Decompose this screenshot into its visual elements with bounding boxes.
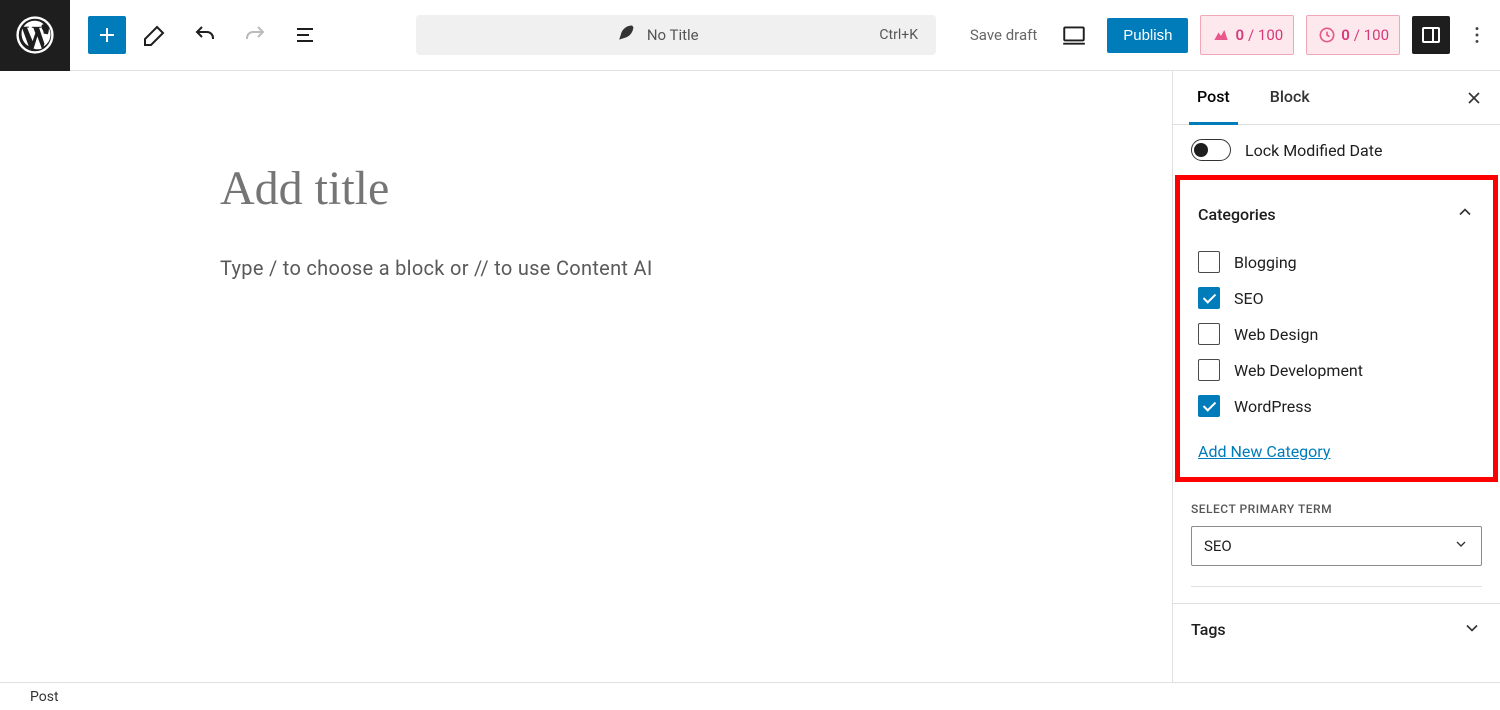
tab-block[interactable]: Block	[1262, 71, 1318, 125]
seo-score-2-value: 0	[1341, 26, 1350, 44]
seo-score-1-max: / 100	[1248, 26, 1283, 44]
chevron-down-icon	[1453, 536, 1469, 556]
chevron-up-icon	[1455, 202, 1475, 226]
primary-term-select[interactable]: SEO	[1191, 526, 1482, 566]
post-body-placeholder[interactable]: Type / to choose a block or // to use Co…	[220, 256, 940, 280]
tags-header[interactable]: Tags	[1173, 603, 1500, 655]
feather-icon	[615, 23, 635, 47]
primary-term-label: SELECT PRIMARY TERM	[1173, 482, 1500, 526]
status-breadcrumb[interactable]: Post	[30, 689, 59, 705]
seo-score-2[interactable]: 0 / 100	[1306, 15, 1400, 55]
sidebar-tabs: Post Block	[1173, 71, 1500, 125]
divider	[1191, 586, 1482, 587]
category-checkbox[interactable]	[1198, 395, 1220, 417]
category-item[interactable]: WordPress	[1198, 388, 1475, 424]
category-item[interactable]: SEO	[1198, 280, 1475, 316]
category-label: Web Design	[1234, 325, 1318, 344]
save-draft-button[interactable]: Save draft	[966, 20, 1041, 50]
main-area: Type / to choose a block or // to use Co…	[0, 71, 1500, 682]
category-label: Web Development	[1234, 361, 1363, 380]
wordpress-logo[interactable]	[0, 0, 70, 71]
seo-score-1-value: 0	[1235, 26, 1244, 44]
undo-button[interactable]	[184, 14, 226, 56]
top-toolbar: No Title Ctrl+K Save draft Publish 0 / 1…	[0, 0, 1500, 71]
redo-button[interactable]	[234, 14, 276, 56]
categories-header[interactable]: Categories	[1180, 188, 1493, 240]
category-item[interactable]: Blogging	[1198, 244, 1475, 280]
categories-highlight: Categories Blogging SEO Web Design	[1175, 175, 1498, 482]
tools-button[interactable]	[134, 14, 176, 56]
command-bar-title: No Title	[647, 26, 699, 44]
lock-modified-row: Lock Modified Date	[1173, 125, 1500, 175]
document-overview-button[interactable]	[284, 14, 326, 56]
add-new-category-link[interactable]: Add New Category	[1180, 434, 1348, 465]
settings-sidebar: Post Block Lock Modified Date Categories	[1172, 71, 1500, 682]
sidebar-close-button[interactable]	[1464, 88, 1484, 108]
sidebar-toggle-button[interactable]	[1412, 16, 1450, 54]
seo-score-2-max: / 100	[1354, 26, 1389, 44]
chevron-down-icon	[1462, 618, 1482, 642]
editor-canvas[interactable]: Type / to choose a block or // to use Co…	[0, 71, 1172, 682]
toolbar-left-group	[70, 14, 326, 56]
category-item[interactable]: Web Development	[1198, 352, 1475, 388]
category-checkbox[interactable]	[1198, 251, 1220, 273]
category-label: WordPress	[1234, 397, 1312, 416]
more-options-button[interactable]	[1462, 24, 1492, 46]
lock-modified-toggle[interactable]	[1191, 139, 1231, 161]
seo-score-1[interactable]: 0 / 100	[1200, 15, 1294, 55]
categories-title: Categories	[1198, 205, 1276, 224]
tab-post[interactable]: Post	[1189, 71, 1238, 125]
tags-title: Tags	[1191, 620, 1226, 639]
toolbar-right-group: Save draft Publish 0 / 100 0 / 100	[966, 14, 1492, 56]
categories-list: Blogging SEO Web Design Web Development …	[1180, 240, 1493, 434]
category-label: SEO	[1234, 289, 1264, 308]
post-title-input[interactable]	[220, 161, 940, 216]
preview-button[interactable]	[1053, 14, 1095, 56]
publish-button[interactable]: Publish	[1107, 18, 1188, 53]
command-bar-shortcut: Ctrl+K	[879, 27, 918, 43]
add-block-button[interactable]	[88, 16, 126, 54]
category-item[interactable]: Web Design	[1198, 316, 1475, 352]
category-checkbox[interactable]	[1198, 287, 1220, 309]
command-bar[interactable]: No Title Ctrl+K	[416, 15, 936, 55]
primary-term-value: SEO	[1204, 537, 1232, 555]
status-bar: Post	[0, 682, 1500, 710]
category-checkbox[interactable]	[1198, 323, 1220, 345]
category-checkbox[interactable]	[1198, 359, 1220, 381]
category-label: Blogging	[1234, 253, 1297, 272]
lock-modified-label: Lock Modified Date	[1245, 141, 1382, 160]
